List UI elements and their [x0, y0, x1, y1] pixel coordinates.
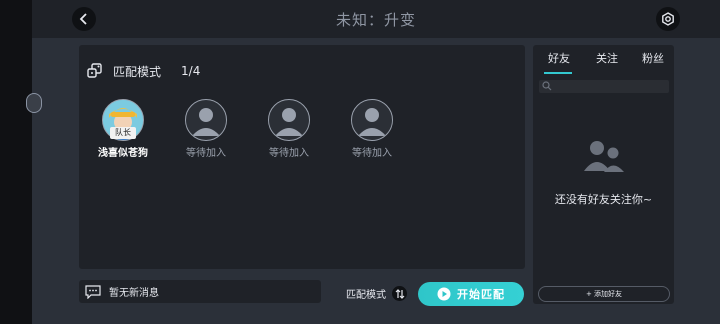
empty-friends-text: 还没有好友关注你~: [554, 193, 653, 206]
friends-panel: 好友 关注 粉丝 还没有好友关注你~ + 添加好友: [533, 45, 674, 304]
side-handle[interactable]: [26, 93, 42, 113]
user-placeholder-icon: [192, 108, 220, 136]
mode-swap-button[interactable]: [392, 286, 407, 301]
friends-tabs: 好友 关注 粉丝: [533, 50, 674, 74]
tab-friends[interactable]: 好友: [548, 50, 570, 66]
friend-search-input[interactable]: [539, 80, 669, 93]
slot-status: 等待加入: [269, 148, 309, 159]
slot-status: 等待加入: [352, 148, 392, 159]
chat-bubble-icon: [85, 284, 101, 299]
slot-status: 等待加入: [186, 148, 226, 159]
tab-fans[interactable]: 粉丝: [642, 50, 664, 66]
player-name: 浅喜似苍狗: [98, 148, 148, 159]
team-panel: 匹配模式 1/4 队长 浅喜似苍狗 等待加入 等待加入 等待加入: [79, 45, 525, 269]
mode-switch[interactable]: 匹配模式: [346, 286, 407, 301]
team-count: 1/4: [181, 64, 201, 78]
gear-icon: [662, 12, 674, 26]
player-slot-empty[interactable]: 等待加入: [254, 99, 324, 169]
dice-icon: [87, 63, 102, 78]
play-icon: [437, 287, 451, 301]
player-slot-empty[interactable]: 等待加入: [337, 99, 407, 169]
user-placeholder-icon: [358, 108, 386, 136]
add-friend-button[interactable]: + 添加好友: [538, 286, 670, 302]
screen-edge: [0, 0, 32, 324]
swap-icon: [395, 288, 404, 299]
tab-following[interactable]: 关注: [596, 50, 618, 66]
mode-header: 匹配模式 1/4: [87, 62, 200, 80]
start-match-label: 开始匹配: [457, 288, 505, 301]
search-icon: [542, 81, 552, 91]
mode-label: 匹配模式: [113, 64, 162, 79]
avatar: [268, 99, 310, 141]
player-slot-empty[interactable]: 等待加入: [171, 99, 241, 169]
avatar: [351, 99, 393, 141]
player-slot-leader[interactable]: 队长 浅喜似苍狗: [88, 99, 158, 169]
top-bar: 未知：升变: [32, 0, 720, 38]
start-match-button[interactable]: 开始匹配: [418, 282, 524, 306]
active-tab-indicator: [544, 72, 572, 74]
settings-button[interactable]: [656, 7, 680, 31]
page-title: 未知：升变: [335, 11, 416, 29]
user-placeholder-icon: [275, 108, 303, 136]
mode-switch-label: 匹配模式: [346, 290, 386, 301]
users-empty-icon: [584, 141, 624, 172]
chat-status-text: 暂无新消息: [109, 288, 159, 299]
leader-badge: 队长: [110, 127, 136, 139]
chat-bar[interactable]: 暂无新消息: [79, 280, 321, 303]
avatar: [185, 99, 227, 141]
